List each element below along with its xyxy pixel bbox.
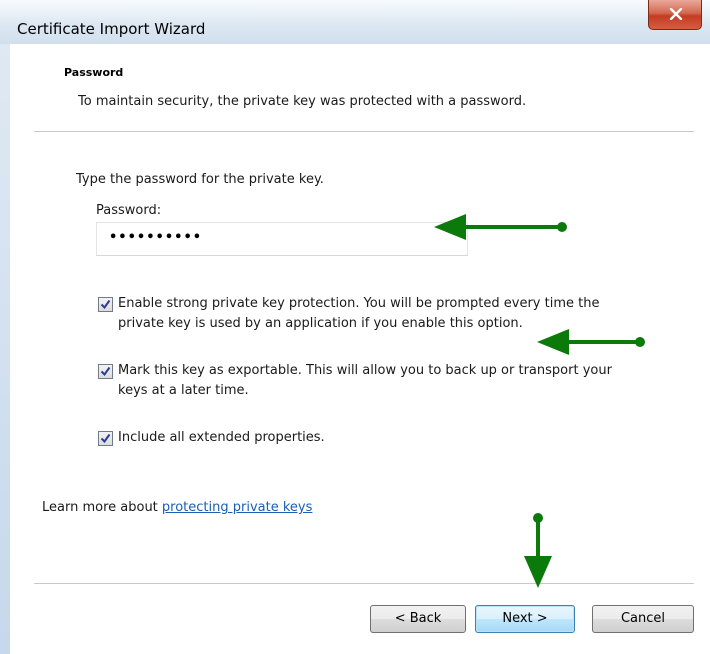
arrow-to-next-button xyxy=(524,513,552,588)
arrow-to-password-field xyxy=(434,214,567,240)
annotation-arrows xyxy=(434,214,645,588)
certificate-import-wizard-window: Certificate Import Wizard Password To ma… xyxy=(0,0,710,654)
arrow-to-strong-protection xyxy=(537,329,645,355)
